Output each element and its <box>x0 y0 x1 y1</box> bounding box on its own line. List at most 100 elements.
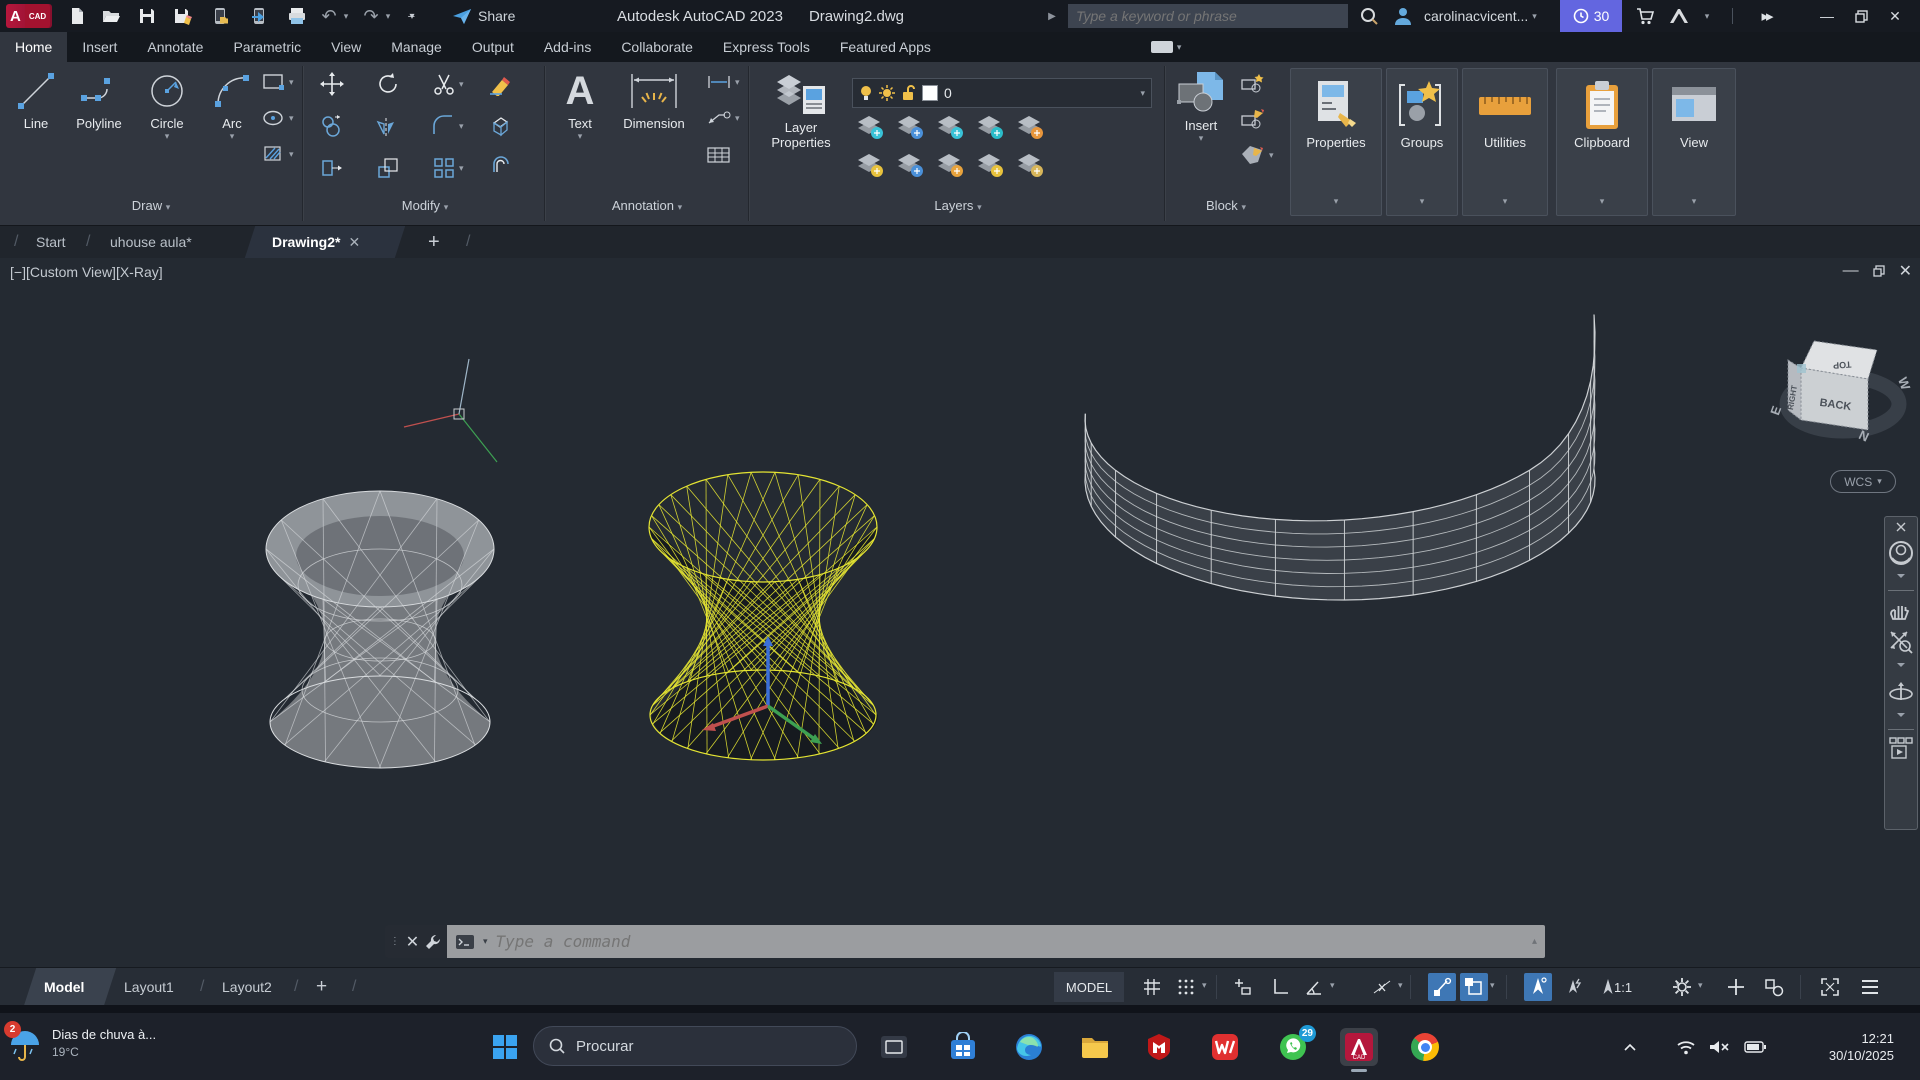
wcs-selector[interactable]: WCS▾ <box>1830 470 1896 493</box>
open-folder-icon[interactable] <box>94 0 128 32</box>
object-snap-tracking-toggle[interactable] <box>1368 973 1396 1001</box>
block-panel-label[interactable]: Block ▾ <box>1166 198 1286 213</box>
fillet-tool[interactable]: ▾ <box>432 114 464 138</box>
tab-output[interactable]: Output <box>457 32 529 62</box>
ribbon-minimize-button[interactable]: ▾ <box>1151 32 1182 62</box>
object-snap-tracking-toggle-flyout[interactable]: ▾ <box>1398 980 1403 991</box>
autocad-logo-badge[interactable]: ACAD <box>6 4 52 28</box>
doc-minimize-icon[interactable]: — <box>1843 262 1859 280</box>
open-from-mobile-icon[interactable] <box>204 0 238 32</box>
rectangle-tool[interactable]: ▾ <box>262 72 294 92</box>
polyline-button[interactable]: Polyline <box>68 70 130 131</box>
command-input-field[interactable]: ▾ ▴ <box>447 925 1545 958</box>
draw-panel-label[interactable]: Draw ▾ <box>0 198 302 213</box>
chrome-icon[interactable] <box>1406 1028 1444 1066</box>
mirror-tool[interactable] <box>376 114 400 138</box>
panel-groups[interactable]: Groups ▾ <box>1386 68 1458 216</box>
isolate-objects-toggle[interactable] <box>1760 973 1788 1001</box>
circle-button[interactable]: Circle ▾ <box>138 70 196 142</box>
customize-wrench-icon[interactable] <box>424 933 442 951</box>
layer-state-tool-2[interactable] <box>896 114 926 140</box>
ortho-mode-toggle[interactable] <box>1266 973 1294 1001</box>
tray-chevron-icon[interactable] <box>1616 1028 1644 1066</box>
navigation-wheel-icon[interactable] <box>1888 540 1914 566</box>
caret[interactable] <box>1895 661 1907 673</box>
doc-close-icon[interactable]: ✕ <box>1899 261 1912 281</box>
autocad-taskbar-icon[interactable]: CAD <box>1340 1028 1378 1066</box>
close-tab-icon[interactable]: ✕ <box>348 234 360 251</box>
explode-tool[interactable] <box>488 114 512 138</box>
model-space-toggle[interactable]: MODEL <box>1054 972 1124 1002</box>
autoscale-toggle[interactable] <box>1560 973 1588 1001</box>
tab-collaborate[interactable]: Collaborate <box>606 32 708 62</box>
restore-button[interactable] <box>1846 0 1876 32</box>
edit-block-tool[interactable] <box>1240 108 1266 130</box>
caret[interactable] <box>1895 711 1907 723</box>
viewport-controls-label[interactable]: [−][Custom View][X-Ray] <box>10 264 163 280</box>
user-avatar-icon[interactable] <box>1386 0 1420 32</box>
panel-clipboard[interactable]: Clipboard ▾ <box>1556 68 1648 216</box>
tab-featured-apps[interactable]: Featured Apps <box>825 32 946 62</box>
help-search-input[interactable] <box>1068 4 1348 28</box>
whatsapp-icon[interactable]: 29 <box>1274 1028 1312 1066</box>
layer-properties-button[interactable]: LayerProperties <box>756 70 846 150</box>
layer-selector[interactable]: 0 ▾ <box>852 78 1152 108</box>
customization-menu[interactable] <box>1856 973 1884 1001</box>
edge-icon[interactable] <box>1010 1028 1048 1066</box>
snap-mode-toggle-flyout[interactable]: ▾ <box>1202 980 1207 991</box>
layer-edit-tool-5[interactable] <box>1016 152 1046 178</box>
redo-icon[interactable]: ↷ <box>358 0 384 32</box>
tab-home[interactable]: Home <box>0 32 67 62</box>
rotate-tool[interactable] <box>376 72 400 96</box>
navbar-close-icon[interactable] <box>1894 520 1908 534</box>
save-as-icon[interactable] <box>166 0 200 32</box>
command-input[interactable] <box>496 932 1516 951</box>
text-button[interactable]: A Text ▾ <box>554 70 606 142</box>
linear-dimension-tool[interactable]: ▾ <box>706 74 740 90</box>
offset-tool[interactable] <box>488 156 512 180</box>
tab-view[interactable]: View <box>316 32 376 62</box>
drawing-viewport[interactable]: TOPBACKRIGHTENW [−][Custom View][X-Ray] … <box>0 258 1920 967</box>
layer-edit-tool-1[interactable] <box>856 152 886 178</box>
insert-block-button[interactable]: Insert ▾ <box>1170 70 1232 144</box>
dimension-button[interactable]: Dimension <box>608 70 700 131</box>
weather-widget[interactable]: 2 Dias de chuva à... 19°C <box>8 1023 156 1063</box>
volume-muted-icon[interactable] <box>1704 1028 1734 1066</box>
undo-dropdown[interactable]: ▾ <box>340 0 352 32</box>
settings-gear-flyout[interactable]: ▾ <box>1698 980 1703 991</box>
panel-properties[interactable]: Properties ▾ <box>1290 68 1382 216</box>
tab-parametric[interactable]: Parametric <box>218 32 316 62</box>
taskbar-clock[interactable]: 12:21 30/10/2025 <box>1829 1013 1894 1080</box>
file-tab-drawing2[interactable]: Drawing2* ✕ <box>272 226 360 258</box>
zoom-extents-icon[interactable] <box>1888 629 1914 655</box>
wps-office-icon[interactable] <box>1206 1028 1244 1066</box>
wifi-icon[interactable] <box>1672 1028 1700 1066</box>
overflow-chevrons-icon[interactable]: ▸▸ <box>1748 0 1784 32</box>
doc-restore-icon[interactable] <box>1873 265 1885 277</box>
command-close-icon[interactable]: ✕ <box>406 932 419 952</box>
scale-tool[interactable] <box>376 156 400 180</box>
quick-access-dropdown[interactable]: ▾̶ <box>402 0 422 32</box>
battery-icon[interactable] <box>1740 1028 1770 1066</box>
hatch-tool[interactable]: ▾ <box>262 144 294 164</box>
line-button[interactable]: Line <box>8 70 64 131</box>
new-drawing-button[interactable]: + <box>428 226 440 258</box>
isodraft-toggle[interactable] <box>1428 973 1456 1001</box>
annotation-visibility-toggle[interactable] <box>1524 973 1552 1001</box>
push-to-mobile-icon[interactable] <box>242 0 276 32</box>
modify-panel-label[interactable]: Modify ▾ <box>306 198 544 213</box>
taskbar-search[interactable]: Procurar <box>533 1026 857 1066</box>
share-button[interactable]: Share <box>452 0 515 32</box>
tab-express-tools[interactable]: Express Tools <box>708 32 825 62</box>
showmotion-icon[interactable] <box>1888 736 1914 762</box>
tab-add-ins[interactable]: Add-ins <box>529 32 606 62</box>
autodesk-dropdown[interactable]: ▾ <box>1700 0 1714 32</box>
leader-tool[interactable]: ▾ <box>706 110 740 126</box>
tab-insert[interactable]: Insert <box>67 32 132 62</box>
minimize-button[interactable]: — <box>1812 0 1842 32</box>
object-snap-toggle-flyout[interactable]: ▾ <box>1490 980 1495 991</box>
redo-dropdown[interactable]: ▾ <box>382 0 394 32</box>
pan-hand-icon[interactable] <box>1888 597 1914 623</box>
mcafee-icon[interactable] <box>1140 1028 1178 1066</box>
layer-edit-tool-2[interactable] <box>896 152 926 178</box>
